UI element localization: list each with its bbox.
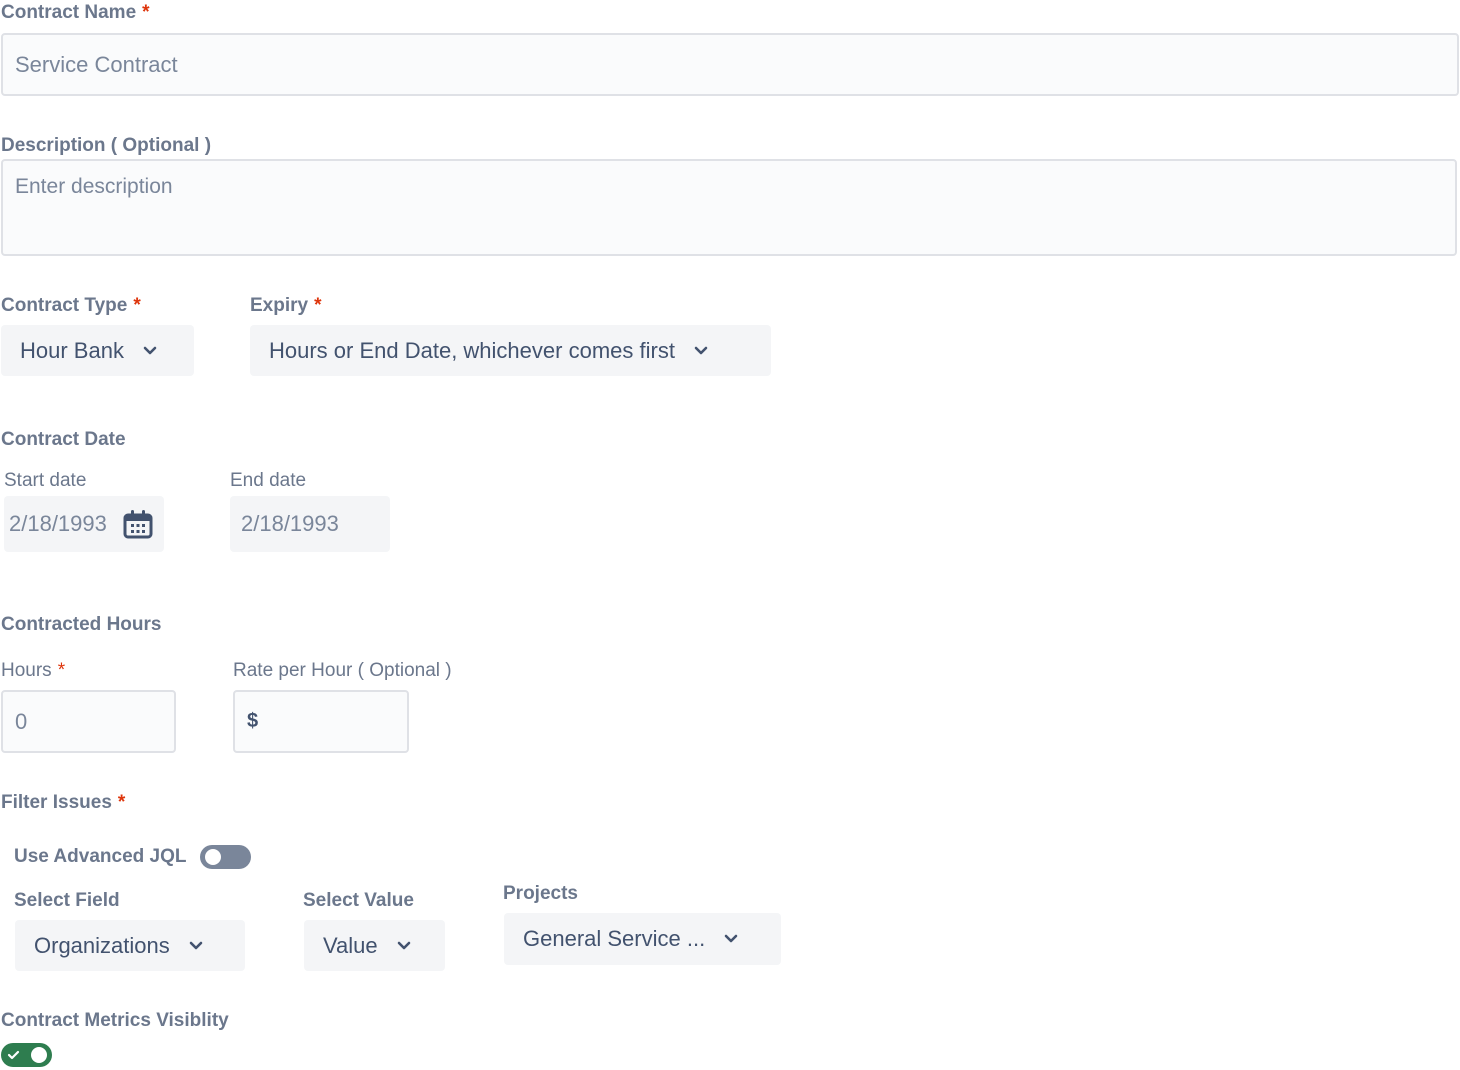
select-field-value: Organizations <box>34 932 170 958</box>
projects-dropdown[interactable]: General Service ... <box>504 913 781 965</box>
rate-per-hour-label: Rate per Hour ( Optional ) <box>233 660 452 681</box>
select-field-dropdown[interactable]: Organizations <box>15 920 245 971</box>
chevron-down-icon <box>143 346 157 354</box>
contract-name-value: Service Contract <box>15 51 178 77</box>
hours-value: 0 <box>15 708 28 734</box>
contract-name-label-text: Contract Name <box>1 2 137 23</box>
contract-name-input[interactable]: Service Contract <box>1 33 1459 96</box>
start-date-picker[interactable]: 2/18/1993 <box>4 496 164 552</box>
contract-type-select[interactable]: Hour Bank <box>1 325 194 376</box>
start-date-value: 2/18/1993 <box>9 511 107 536</box>
hours-label: Hours * <box>1 660 65 682</box>
required-mark: * <box>117 792 126 813</box>
expiry-label: Expiry * <box>250 295 322 317</box>
contract-name-label: Contract Name * <box>1 2 150 24</box>
contract-date-label: Contract Date <box>1 429 126 450</box>
chevron-down-icon <box>724 934 738 943</box>
contracted-hours-label: Contracted Hours <box>1 614 162 635</box>
end-date-label: End date <box>230 470 307 491</box>
advanced-jql-toggle[interactable] <box>200 845 251 869</box>
projects-value: General Service ... <box>523 926 706 951</box>
rate-per-hour-input[interactable]: $ <box>233 690 409 753</box>
end-date-picker[interactable]: 2/18/1993 <box>230 496 390 552</box>
start-date-label: Start date <box>4 470 87 491</box>
chevron-down-icon <box>189 941 203 949</box>
chevron-down-icon <box>397 941 410 949</box>
contract-type-value: Hour Bank <box>20 337 124 363</box>
select-value-dropdown[interactable]: Value <box>304 920 445 971</box>
chevron-down-icon <box>694 346 708 354</box>
contract-type-label-text: Contract Type <box>1 295 128 316</box>
check-icon <box>7 1050 20 1060</box>
required-mark: * <box>314 295 322 316</box>
filter-issues-label: Filter Issues * <box>1 792 125 814</box>
projects-label: Projects <box>503 883 578 904</box>
metrics-visibility-toggle[interactable] <box>1 1043 52 1067</box>
advanced-jql-label: Use Advanced JQL <box>14 846 187 867</box>
toggle-knob <box>31 1047 47 1063</box>
select-value-label: Select Value <box>303 890 414 911</box>
expiry-value: Hours or End Date, whichever comes first <box>269 337 675 363</box>
description-textarea[interactable]: Enter description <box>1 159 1457 256</box>
metrics-visibility-label: Contract Metrics Visiblity <box>1 1010 229 1031</box>
required-mark: * <box>133 295 141 316</box>
end-date-value: 2/18/1993 <box>241 511 339 536</box>
required-mark: * <box>142 2 150 23</box>
description-label: Description ( Optional ) <box>1 135 212 156</box>
expiry-select[interactable]: Hours or End Date, whichever comes first <box>250 325 771 376</box>
expiry-label-text: Expiry <box>250 295 309 316</box>
filter-issues-label-text: Filter Issues <box>1 792 112 813</box>
hours-input[interactable]: 0 <box>1 690 176 753</box>
description-placeholder: Enter description <box>15 175 173 198</box>
calendar-icon[interactable] <box>123 509 153 539</box>
hours-label-text: Hours <box>1 660 52 681</box>
select-value-value: Value <box>323 932 378 958</box>
contract-type-label: Contract Type * <box>1 295 141 317</box>
currency-prefix: $ <box>247 710 259 732</box>
required-mark: * <box>57 660 66 681</box>
select-field-label: Select Field <box>14 890 120 911</box>
toggle-knob <box>205 849 221 865</box>
